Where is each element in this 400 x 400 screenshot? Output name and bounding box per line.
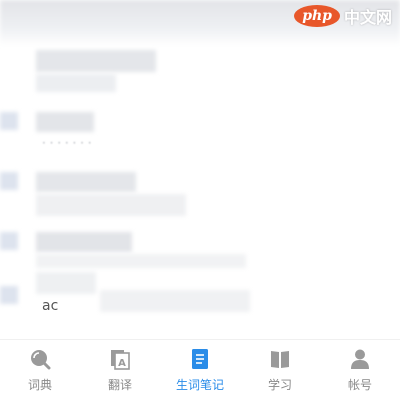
blurred-definition: · · · · · · · — [42, 136, 92, 150]
tab-label: 翻译 — [107, 378, 132, 392]
row-edge — [0, 172, 18, 190]
blurred-word — [36, 50, 156, 72]
blurred-word — [36, 112, 94, 132]
blurred-word — [36, 172, 136, 192]
book-icon — [269, 348, 291, 370]
watermark-logo: php 中文网 — [294, 4, 392, 28]
user-icon — [349, 348, 371, 370]
blurred-definition — [36, 194, 186, 216]
blurred-word — [36, 232, 132, 252]
tab-label: 学习 — [267, 378, 292, 392]
blurred-definition — [36, 254, 246, 268]
tab-account[interactable]: 帐号 — [320, 340, 400, 400]
translate-icon: A — [109, 348, 131, 370]
svg-text:A: A — [118, 358, 126, 369]
blurred-word — [36, 272, 96, 294]
tab-study[interactable]: 学习 — [240, 340, 320, 400]
tab-dictionary[interactable]: 词典 — [0, 340, 80, 400]
row-edge — [0, 112, 18, 130]
watermark-php-badge: php — [294, 5, 340, 27]
tab-translate[interactable]: A 翻译 — [80, 340, 160, 400]
row-edge — [0, 232, 18, 250]
word-text: ac — [42, 298, 59, 314]
watermark-text: 中文网 — [343, 8, 392, 27]
app-screen: php 中文网 · · · · · · · ac 词典 A 翻译 生词笔记 学习… — [0, 0, 400, 400]
tab-label: 帐号 — [347, 378, 372, 392]
blurred-definition — [36, 74, 116, 92]
magnifier-icon — [29, 348, 51, 370]
blurred-definition — [100, 290, 250, 312]
tab-label: 词典 — [27, 378, 52, 392]
row-edge — [0, 286, 18, 304]
tab-label: 生词笔记 — [175, 378, 224, 392]
bottom-tab-bar: 词典 A 翻译 生词笔记 学习 帐号 — [0, 339, 400, 400]
notebook-icon — [189, 348, 211, 370]
tab-vocabulary-notes[interactable]: 生词笔记 — [160, 340, 240, 400]
